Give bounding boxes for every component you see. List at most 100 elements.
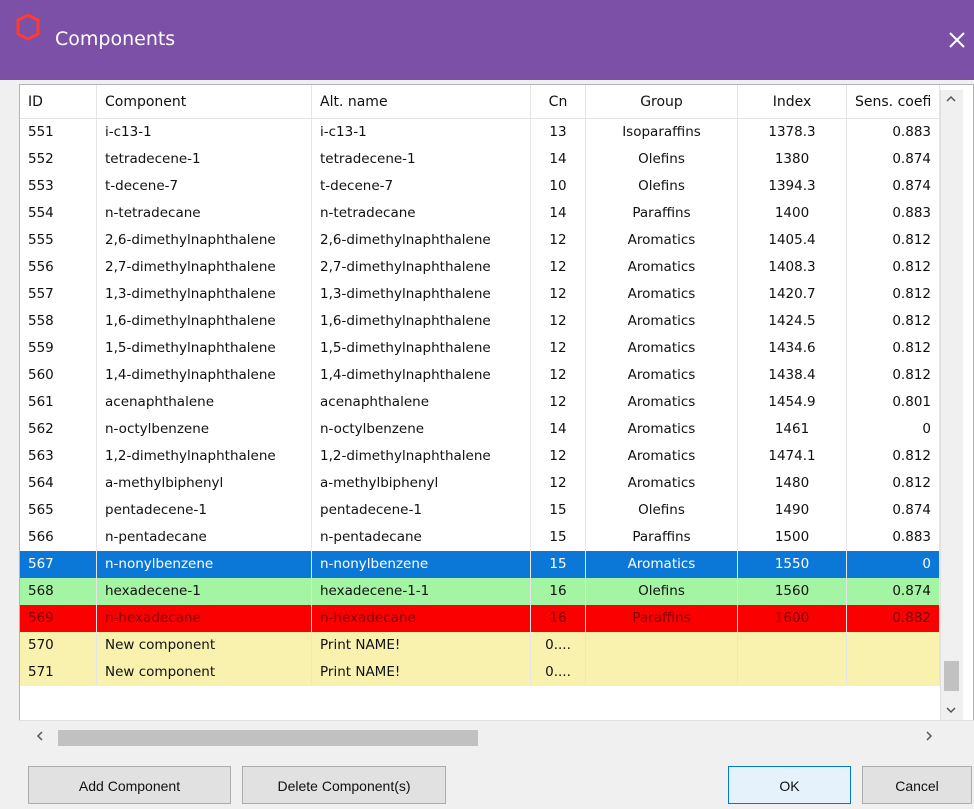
- table-cell[interactable]: a-methylbiphenyl: [97, 470, 312, 497]
- table-cell[interactable]: 0.801: [847, 389, 940, 416]
- table-cell[interactable]: hexadecene-1-1: [312, 578, 531, 605]
- table-cell[interactable]: 1,2-dimethylnaphthalene: [312, 443, 531, 470]
- table-cell[interactable]: 12: [531, 443, 586, 470]
- table-cell[interactable]: 559: [20, 335, 97, 362]
- table-row[interactable]: 562 n-octylbenzene n-octylbenzene 14 Aromati…: [20, 416, 940, 443]
- table-cell[interactable]: 0.812: [847, 281, 940, 308]
- table-cell[interactable]: 1,5-dimethylnaphthalene: [97, 335, 312, 362]
- table-cell[interactable]: 552: [20, 146, 97, 173]
- table-cell[interactable]: n-octylbenzene: [312, 416, 531, 443]
- table-cell[interactable]: 0: [847, 416, 940, 443]
- table-cell[interactable]: 1,3-dimethylnaphthalene: [312, 281, 531, 308]
- table-cell[interactable]: 12: [531, 362, 586, 389]
- table-cell[interactable]: 2,6-dimethylnaphthalene: [97, 227, 312, 254]
- table-cell[interactable]: acenaphthalene: [97, 389, 312, 416]
- table-cell[interactable]: hexadecene-1: [97, 578, 312, 605]
- table-cell[interactable]: Print NAME!: [312, 632, 531, 659]
- table-cell[interactable]: 569: [20, 605, 97, 632]
- table-cell[interactable]: 1490: [738, 497, 847, 524]
- table-cell[interactable]: Aromatics: [586, 308, 738, 335]
- table-cell[interactable]: 1394.3: [738, 173, 847, 200]
- table-cell[interactable]: t-decene-7: [312, 173, 531, 200]
- column-header-group[interactable]: Group: [586, 85, 738, 119]
- table-cell[interactable]: 564: [20, 470, 97, 497]
- column-header-index[interactable]: Index: [738, 85, 847, 119]
- table-row[interactable]: 569 n-hexadecane n-hexadecane 16 Paraffins 16…: [20, 605, 940, 632]
- table-cell[interactable]: 1424.5: [738, 308, 847, 335]
- table-cell[interactable]: 1400: [738, 200, 847, 227]
- table-row[interactable]: 553 t-decene-7 t-decene-7 10 Olefins 1394.3 0.…: [20, 173, 940, 200]
- table-cell[interactable]: 1378.3: [738, 119, 847, 146]
- table-cell[interactable]: 0.882: [847, 605, 940, 632]
- table-cell[interactable]: 1,4-dimethylnaphthalene: [312, 362, 531, 389]
- ok-button[interactable]: OK: [728, 766, 851, 804]
- table-cell[interactable]: pentadecene-1: [97, 497, 312, 524]
- table-cell[interactable]: n-pentadecane: [312, 524, 531, 551]
- table-cell[interactable]: 0.812: [847, 227, 940, 254]
- table-cell[interactable]: 1480: [738, 470, 847, 497]
- table-cell[interactable]: 0....: [531, 659, 586, 686]
- table-cell[interactable]: 12: [531, 335, 586, 362]
- table-row[interactable]: 567 n-nonylbenzene n-nonylbenzene 15 Aromati…: [20, 551, 940, 578]
- table-cell[interactable]: 0.812: [847, 254, 940, 281]
- table-cell[interactable]: 1,6-dimethylnaphthalene: [97, 308, 312, 335]
- table-cell[interactable]: 0: [847, 551, 940, 578]
- table-cell[interactable]: 0.874: [847, 578, 940, 605]
- table-cell[interactable]: [586, 659, 738, 686]
- add-component-button[interactable]: Add Component: [28, 766, 231, 804]
- table-cell[interactable]: 557: [20, 281, 97, 308]
- table-cell[interactable]: 0.812: [847, 443, 940, 470]
- table-cell[interactable]: tetradecene-1: [97, 146, 312, 173]
- table-cell[interactable]: Isoparaffins: [586, 119, 738, 146]
- table-cell[interactable]: 570: [20, 632, 97, 659]
- table-cell[interactable]: 1600: [738, 605, 847, 632]
- table-cell[interactable]: 553: [20, 173, 97, 200]
- chevron-up-icon[interactable]: [944, 92, 958, 106]
- table-cell[interactable]: 1461: [738, 416, 847, 443]
- table-cell[interactable]: 14: [531, 416, 586, 443]
- table-cell[interactable]: 0.812: [847, 308, 940, 335]
- table-row[interactable]: 571 New component Print NAME! 0....: [20, 659, 940, 686]
- table-cell[interactable]: 1560: [738, 578, 847, 605]
- table-cell[interactable]: 555: [20, 227, 97, 254]
- table-cell[interactable]: 14: [531, 200, 586, 227]
- table-cell[interactable]: 554: [20, 200, 97, 227]
- table-cell[interactable]: 558: [20, 308, 97, 335]
- table-row[interactable]: 557 1,3-dimethylnaphthalene 1,3-dimethylna…: [20, 281, 940, 308]
- table-cell[interactable]: 10: [531, 173, 586, 200]
- table-cell[interactable]: 1454.9: [738, 389, 847, 416]
- table-cell[interactable]: Aromatics: [586, 335, 738, 362]
- table-cell[interactable]: a-methylbiphenyl: [312, 470, 531, 497]
- table-cell[interactable]: 1434.6: [738, 335, 847, 362]
- table-cell[interactable]: 2,7-dimethylnaphthalene: [312, 254, 531, 281]
- table-row[interactable]: 554 n-tetradecane n-tetradecane 14 Paraffins…: [20, 200, 940, 227]
- table-cell[interactable]: 565: [20, 497, 97, 524]
- table-cell[interactable]: t-decene-7: [97, 173, 312, 200]
- chevron-down-icon[interactable]: [944, 703, 958, 717]
- table-row[interactable]: 559 1,5-dimethylnaphthalene 1,5-dimethylna…: [20, 335, 940, 362]
- table-row[interactable]: 556 2,7-dimethylnaphthalene 2,7-dimethylna…: [20, 254, 940, 281]
- table-cell[interactable]: 0....: [531, 632, 586, 659]
- table-cell[interactable]: n-tetradecane: [312, 200, 531, 227]
- delete-components-button[interactable]: Delete Component(s): [242, 766, 446, 804]
- table-cell[interactable]: [847, 659, 940, 686]
- table-cell[interactable]: Olefins: [586, 578, 738, 605]
- table-cell[interactable]: 1,2-dimethylnaphthalene: [97, 443, 312, 470]
- table-row[interactable]: 563 1,2-dimethylnaphthalene 1,2-dimethylna…: [20, 443, 940, 470]
- table-cell[interactable]: Aromatics: [586, 362, 738, 389]
- column-header-sens-coef[interactable]: Sens. coefi: [847, 85, 940, 119]
- table-cell[interactable]: 1474.1: [738, 443, 847, 470]
- table-cell[interactable]: 12: [531, 227, 586, 254]
- table-cell[interactable]: New component: [97, 632, 312, 659]
- table-cell[interactable]: 15: [531, 497, 586, 524]
- vertical-scrollbar[interactable]: [940, 90, 963, 724]
- table-cell[interactable]: Aromatics: [586, 443, 738, 470]
- table-cell[interactable]: Olefins: [586, 497, 738, 524]
- table-cell[interactable]: Aromatics: [586, 227, 738, 254]
- table-cell[interactable]: 1550: [738, 551, 847, 578]
- vertical-scroll-thumb[interactable]: [944, 661, 959, 691]
- table-cell[interactable]: 567: [20, 551, 97, 578]
- column-header-cn[interactable]: Cn: [531, 85, 586, 119]
- table-cell[interactable]: tetradecene-1: [312, 146, 531, 173]
- table-cell[interactable]: 1420.7: [738, 281, 847, 308]
